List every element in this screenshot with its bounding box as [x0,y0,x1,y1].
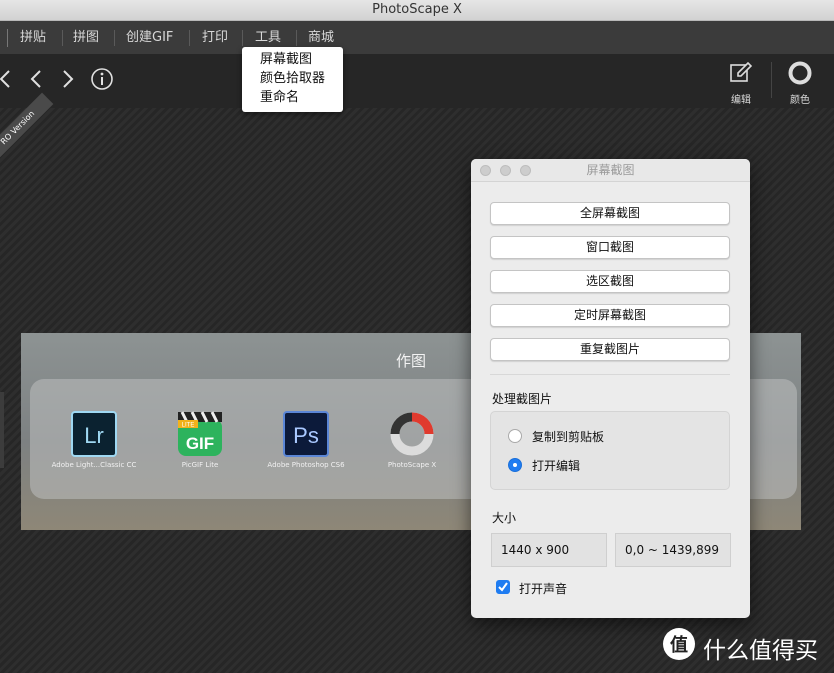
info-icon[interactable] [90,66,114,92]
edit-icon [730,61,753,82]
chevron-left-icon[interactable] [25,66,47,92]
menu-bar: 拼贴 拼图 创建GIF 打印 工具 商城 [0,21,834,54]
open-editor-label[interactable]: 打开编辑 [532,457,580,474]
svg-text:Ps: Ps [293,423,319,448]
chevron-left-icon[interactable] [0,66,16,92]
window-title: PhotoScape X [0,0,834,21]
size-field: 1440 x 900 [491,533,607,567]
sound-checkbox[interactable] [496,580,510,594]
close-icon[interactable] [480,165,491,176]
tools-dropdown-menu: 屏幕截图 颜色拾取器 重命名 [242,47,343,112]
sound-label[interactable]: 打开声音 [519,580,567,597]
open-editor-radio[interactable] [508,458,522,472]
app-name: Adobe Photoshop CS6 [267,461,345,469]
timed-capture-button[interactable]: 定时屏幕截图 [490,304,730,327]
tab-collage[interactable]: 拼贴 [20,21,46,54]
photoscape-icon [389,411,435,457]
dialog-title: 屏幕截图 [471,159,750,182]
picgif-icon: LITE GIF [177,411,223,457]
full-screen-capture-button[interactable]: 全屏幕截图 [490,202,730,225]
watermark-logo-icon: 值 [663,628,695,660]
processing-options-group [490,411,730,490]
menu-item-rename[interactable]: 重命名 [260,89,299,107]
region-capture-button[interactable]: 选区截图 [490,270,730,293]
zoom-icon[interactable] [520,165,531,176]
menu-item-color-picker[interactable]: 颜色拾取器 [260,70,325,88]
app-picgif[interactable]: LITE GIF PicGIF Lite [145,411,255,469]
svg-text:GIF: GIF [186,434,214,453]
photoshop-icon: Ps [283,411,329,457]
lightroom-icon: Lr [71,411,117,457]
chevron-right-icon[interactable] [57,66,79,92]
divider [490,374,730,375]
menu-item-screen-capture[interactable]: 屏幕截图 [260,51,312,69]
watermark-text: 什么值得买 [703,638,818,664]
toolbar-divider [771,62,772,98]
color-ring-icon [788,61,812,85]
minimize-icon[interactable] [500,165,511,176]
edit-label: 编辑 [731,95,751,106]
svg-text:值: 值 [670,634,688,656]
app-lightroom[interactable]: Lr Adobe Light...Classic CC [39,411,149,469]
app-name: Adobe Light...Classic CC [51,461,137,469]
tab-combine[interactable]: 拼图 [73,21,99,54]
toolbar: 编辑 颜色 [0,54,834,108]
copy-clipboard-radio[interactable] [508,429,522,443]
menu-divider [296,30,297,46]
app-name: PhotoScape X [387,461,437,469]
menu-divider [114,30,115,46]
tab-create-gif[interactable]: 创建GIF [126,21,173,54]
menu-divider [189,30,190,46]
menu-divider [62,30,63,46]
app-photoshop[interactable]: Ps Adobe Photoshop CS6 [251,411,361,469]
color-button[interactable]: 颜色 [782,60,818,106]
app-photoscape[interactable]: PhotoScape X [357,411,467,469]
color-label: 颜色 [790,95,810,106]
window-capture-button[interactable]: 窗口截图 [490,236,730,259]
edit-button[interactable]: 编辑 [723,60,759,106]
size-heading: 大小 [492,511,517,525]
menu-edge [7,29,8,47]
menu-divider [242,30,243,46]
screen-capture-dialog: 屏幕截图 全屏幕截图 窗口截图 选区截图 定时屏幕截图 重复截图片 处理截图片 … [471,159,750,618]
svg-text:LITE: LITE [182,423,195,429]
copy-clipboard-label[interactable]: 复制到剪贴板 [532,428,604,445]
tab-print[interactable]: 打印 [202,21,228,54]
side-handle[interactable] [0,392,4,468]
range-field: 0,0 ~ 1439,899 [615,533,731,567]
repeat-capture-button[interactable]: 重复截图片 [490,338,730,361]
checkmark-icon [498,582,508,592]
svg-text:Lr: Lr [84,423,104,448]
app-name: PicGIF Lite [181,461,219,469]
processing-heading: 处理截图片 [492,392,553,406]
